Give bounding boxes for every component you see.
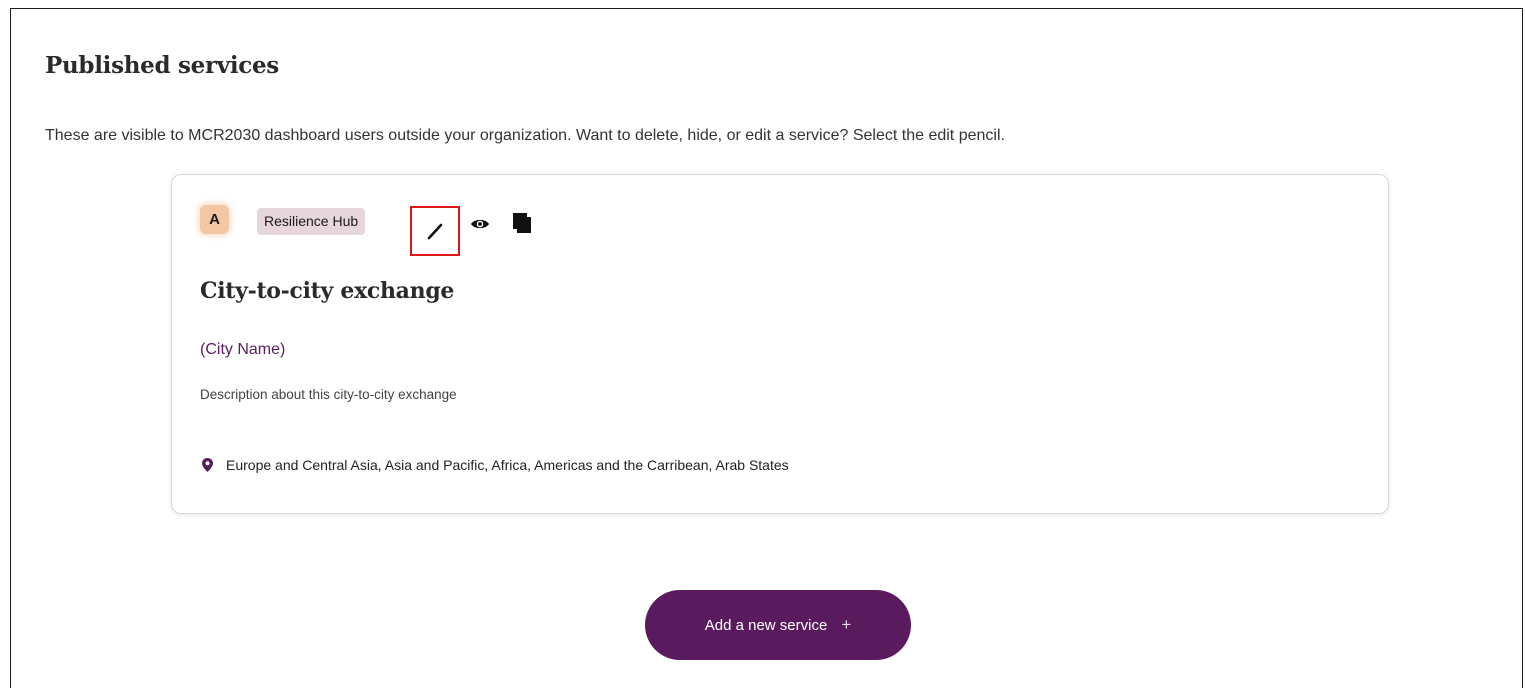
service-card: A Resilience Hub City-to-city exchange (…: [171, 174, 1389, 514]
pencil-icon: [427, 223, 443, 240]
service-city: (City Name): [200, 341, 286, 358]
add-service-label: Add a new service: [704, 616, 828, 634]
service-regions: Europe and Central Asia, Asia and Pacifi…: [202, 457, 789, 473]
regions-label: Europe and Central Asia, Asia and Pacifi…: [226, 457, 789, 473]
section-title: Published services: [45, 52, 279, 79]
organization-avatar: A: [200, 205, 229, 234]
edit-service-button[interactable]: [410, 206, 460, 256]
eye-icon: [471, 219, 489, 229]
plus-icon: +: [841, 615, 852, 634]
section-description: These are visible to MCR2030 dashboard u…: [45, 127, 1005, 144]
view-service-button[interactable]: [470, 214, 490, 234]
service-title: City-to-city exchange: [200, 278, 455, 304]
copy-icon: [513, 213, 531, 233]
add-new-service-button[interactable]: Add a new service +: [645, 590, 911, 660]
copy-service-button[interactable]: [512, 212, 532, 234]
location-pin-icon: [202, 458, 213, 472]
service-type-tag: Resilience Hub: [257, 208, 366, 235]
service-description: Description about this city-to-city exch…: [200, 387, 457, 402]
